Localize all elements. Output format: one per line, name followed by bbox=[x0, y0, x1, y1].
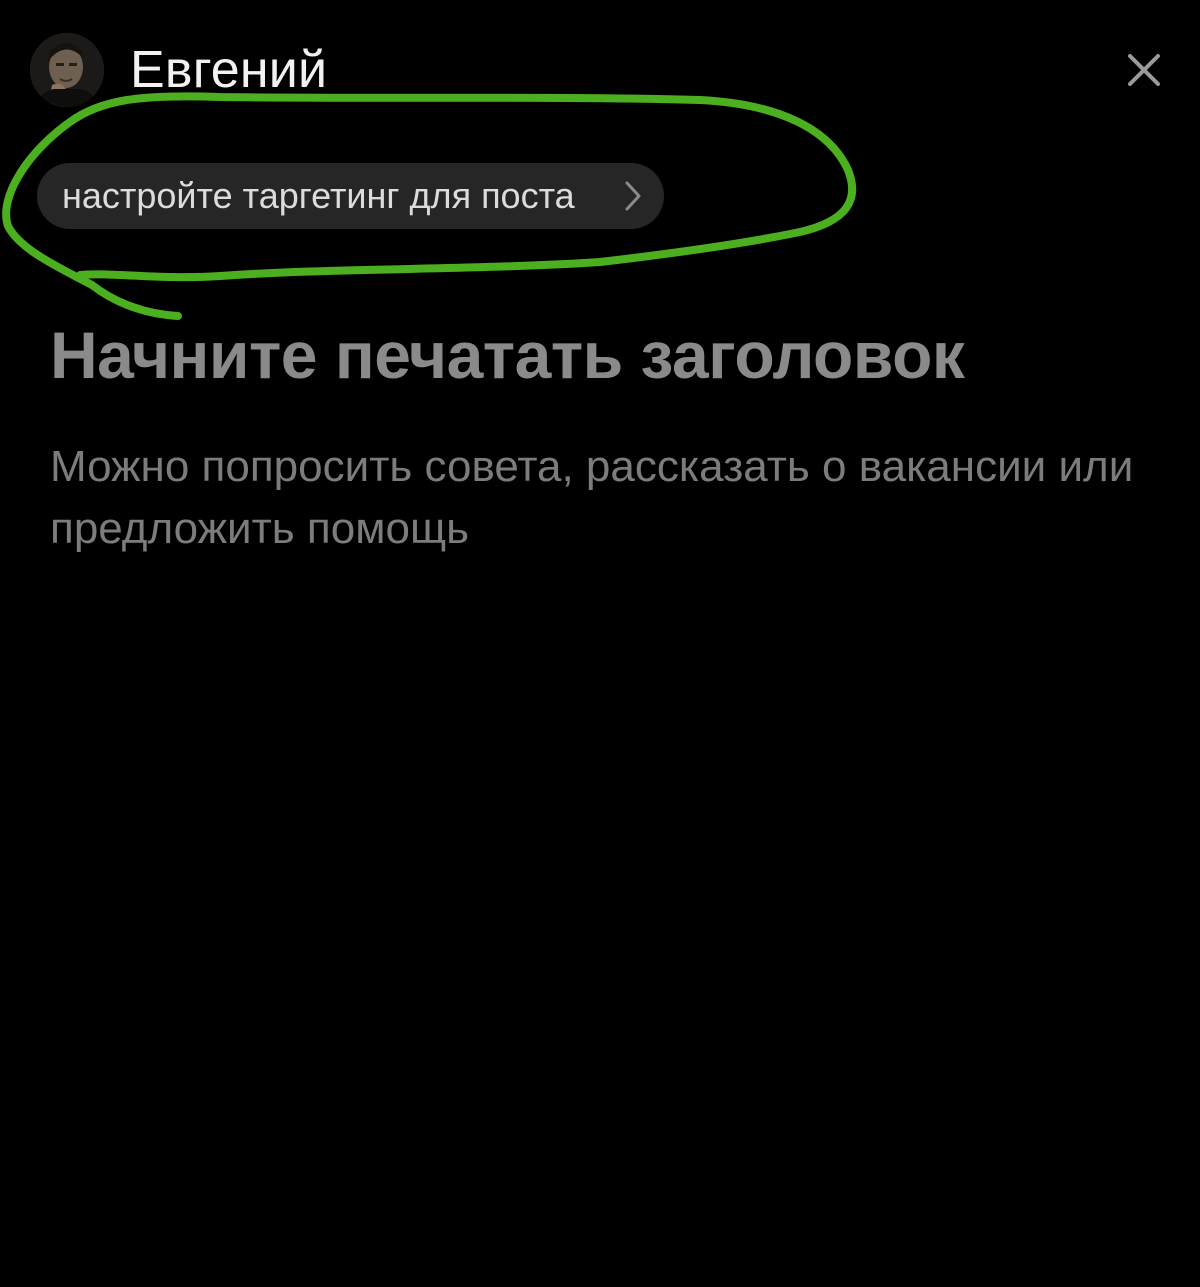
post-body-input[interactable]: Можно попросить совета, рассказать о вак… bbox=[50, 436, 1150, 560]
close-icon bbox=[1128, 54, 1160, 86]
avatar-photo-icon bbox=[30, 33, 104, 107]
targeting-settings-button[interactable]: настройте таргетинг для поста bbox=[37, 163, 664, 229]
chevron-right-icon bbox=[624, 180, 642, 212]
post-title-input[interactable]: Начните печатать заголовок bbox=[50, 315, 1160, 395]
author-avatar[interactable] bbox=[30, 33, 104, 107]
post-editor-header: Евгений bbox=[0, 0, 1200, 140]
close-button[interactable] bbox=[1118, 44, 1170, 96]
author-name: Евгений bbox=[130, 41, 328, 99]
targeting-settings-label: настройте таргетинг для поста bbox=[62, 175, 575, 216]
